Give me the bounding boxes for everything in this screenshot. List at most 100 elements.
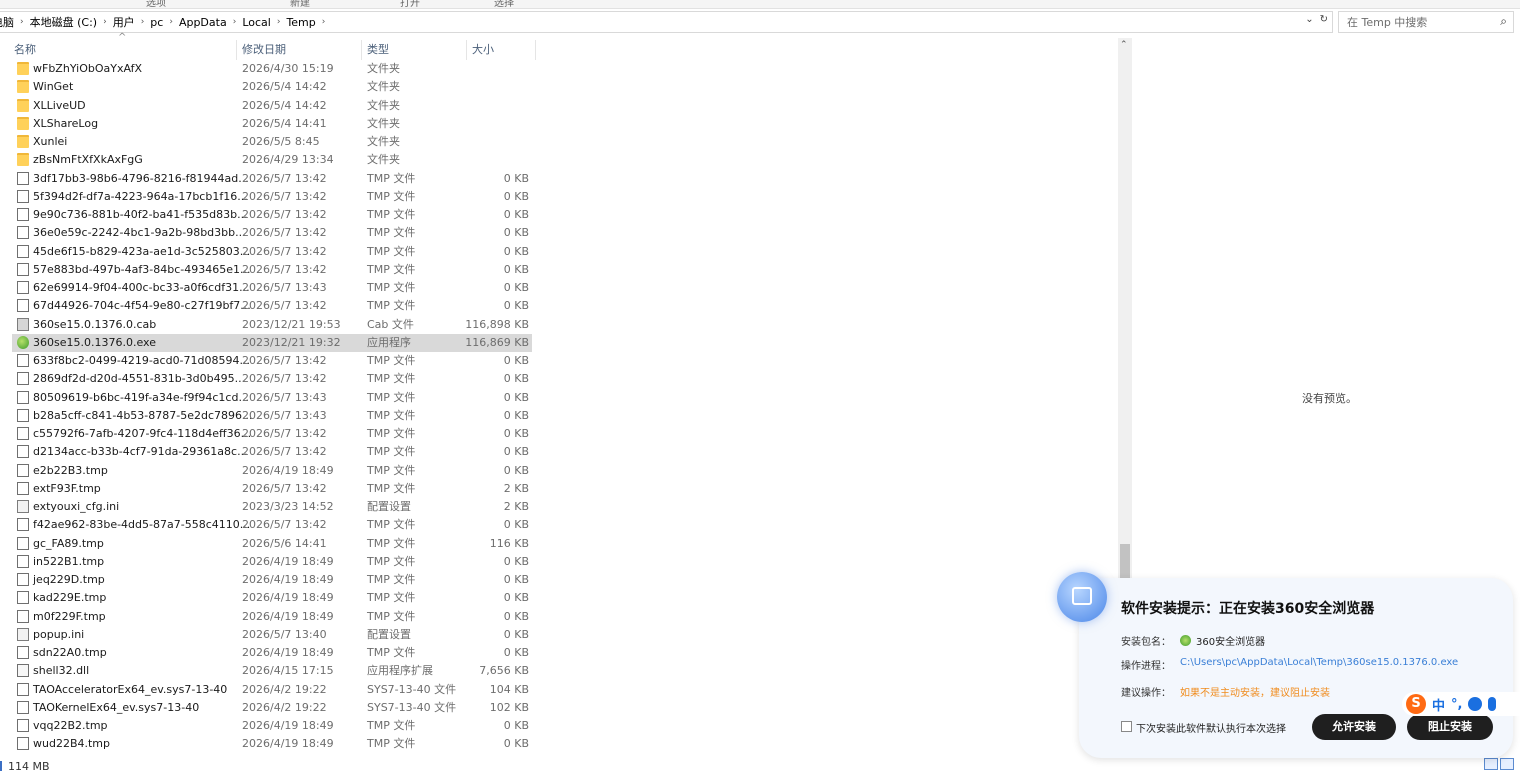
file-row[interactable]: m0f229F.tmp 2026/4/19 18:49 TMP 文件 0 KB [12,608,532,626]
remember-label[interactable]: 下次安装此软件默认执行本次选择 [1136,720,1286,735]
file-row[interactable]: c55792f6-7afb-4207-9fc4-118d4eff36... 202… [12,425,532,443]
file-row[interactable]: 360se15.0.1376.0.cab 2023/12/21 19:53 Cab … [12,316,532,334]
file-row[interactable]: shell32.dll 2026/4/15 17:15 应用程序扩展 7,656 KB [12,662,532,680]
breadcrumb-item[interactable]: AppData › [179,11,242,33]
emoji-icon[interactable] [1468,697,1483,711]
search-input[interactable]: 在 Temp 中搜索 ⌕ [1338,11,1514,33]
file-row[interactable]: 5f394d2f-df7a-4223-964a-17bcb1f16... 2026… [12,188,532,206]
breadcrumb-label[interactable]: AppData [179,16,227,29]
file-row[interactable]: 62e69914-9f04-400c-bc33-a0f6cdf31... 2026… [12,279,532,297]
file-row[interactable]: 360se15.0.1376.0.exe 2023/12/21 19:32 应用程序… [12,333,532,352]
file-row[interactable]: d2134acc-b33b-4cf7-91da-29361a8c... 2026/… [12,443,532,461]
block-install-button[interactable]: 阻止安装 [1407,714,1493,740]
file-date: 2026/5/6 14:41 [242,536,327,550]
file-row[interactable]: vqq22B2.tmp 2026/4/19 18:49 TMP 文件 0 KB [12,717,532,735]
address-bar[interactable]: 电脑 › 本地磁盘 (C:) › 用户 › pc › AppData › Local › T… [0,11,1333,33]
file-row[interactable]: TAOAcceleratorEx64_ev.sys7-13-40 2026/4/2… [12,681,532,699]
ribbon-partial-label[interactable]: 打开 [400,0,420,8]
ribbon-partial-label[interactable]: 新建 [290,0,310,8]
breadcrumb-label[interactable]: Temp [286,16,315,29]
column-divider[interactable] [535,40,536,60]
ribbon-partial-label[interactable]: 选择 [494,0,514,8]
breadcrumb-label[interactable]: 电脑 [0,14,14,30]
breadcrumb-item[interactable]: Temp › [286,11,331,33]
advice-label: 建议操作： [1121,688,1171,699]
file-row[interactable]: Xunlei 2026/5/5 8:45 文件夹 [12,133,532,151]
ime-punct-toggle[interactable]: °, [1451,697,1462,712]
search-icon[interactable]: ⌕ [1500,14,1507,29]
breadcrumb-label[interactable]: Local [242,16,271,29]
column-divider[interactable] [361,40,362,60]
details-view-icon[interactable] [1484,758,1498,770]
column-size[interactable]: 大小 [472,38,494,60]
breadcrumb-label[interactable]: 本地磁盘 (C:) [30,14,97,30]
file-row[interactable]: wFbZhYiObOaYxAfX 2026/4/30 15:19 文件夹 [12,60,532,78]
breadcrumb-label[interactable]: 用户 [113,14,135,30]
file-row[interactable]: 45de6f15-b829-423a-ae1d-3c525803... 2026/… [12,243,532,261]
file-row[interactable]: TAOKernelEx64_ev.sys7-13-40 2026/4/2 19:2… [12,699,532,717]
breadcrumb-item[interactable]: 本地磁盘 (C:) › [30,11,113,33]
column-divider[interactable] [466,40,467,60]
column-modified[interactable]: 修改日期 [242,38,286,60]
file-row[interactable]: b28a5cff-c841-4b53-8787-5e2dc7896... 2026… [12,407,532,425]
allow-install-button[interactable]: 允许安装 [1312,714,1396,740]
file-date: 2026/4/19 18:49 [242,463,334,477]
breadcrumb-item[interactable]: pc › [150,11,179,33]
column-divider[interactable] [236,40,237,60]
column-name[interactable]: 名称 [14,38,36,60]
file-size: 0 KB [503,627,529,641]
file-type: TMP 文件 [367,408,416,422]
file-row[interactable]: e2b22B3.tmp 2026/4/19 18:49 TMP 文件 0 KB [12,462,532,480]
file-row[interactable]: extyouxi_cfg.ini 2023/3/23 14:52 配置设置 2 KB [12,498,532,516]
file-row[interactable]: wud22B4.tmp 2026/4/19 18:49 TMP 文件 0 KB [12,735,532,753]
file-row[interactable]: 36e0e59c-2242-4bc1-9a2b-98bd3bb... 2026/5… [12,224,532,242]
file-date: 2026/5/5 8:45 [242,135,320,148]
file-row[interactable]: WinGet 2026/5/4 14:42 文件夹 [12,78,532,96]
remember-checkbox[interactable] [1121,721,1132,732]
file-row[interactable]: XLLiveUD 2026/5/4 14:42 文件夹 [12,97,532,115]
ime-logo-icon[interactable]: S [1406,694,1426,714]
column-type[interactable]: 类型 [367,38,389,60]
file-row[interactable]: 9e90c736-881b-40f2-ba41-f535d83b... 2026/… [12,206,532,224]
file-row[interactable]: 80509619-b6bc-419f-a34e-f9f94c1cd... 2026… [12,389,532,407]
breadcrumb-item[interactable]: 电脑 › [0,11,30,33]
file-row[interactable]: 67d44926-704c-4f54-9e80-c27f19bf7... 2026… [12,297,532,315]
file-row[interactable]: 633f8bc2-0499-4219-acd0-71d08594... 2026/… [12,352,532,370]
file-row[interactable]: extF93F.tmp 2026/5/7 13:42 TMP 文件 2 KB [12,480,532,498]
security-logo-icon [1057,572,1107,622]
file-row[interactable]: f42ae962-83be-4dd5-87a7-558c4110... 2026/… [12,516,532,534]
file-date: 2023/12/21 19:53 [242,317,341,331]
breadcrumb-label[interactable]: pc [150,16,163,29]
file-row[interactable]: sdn22A0.tmp 2026/4/19 18:49 TMP 文件 0 KB [12,644,532,662]
file-row[interactable]: XLShareLog 2026/5/4 14:41 文件夹 [12,115,532,133]
file-name: 67d44926-704c-4f54-9e80-c27f19bf7... [33,299,251,313]
file-row[interactable]: zBsNmFtXfXkAxFgG 2026/4/29 13:34 文件夹 [12,151,532,169]
breadcrumb-item[interactable]: 用户 › [113,11,151,33]
proc-value[interactable]: C:\Users\pc\AppData\Local\Temp\360se15.0… [1180,657,1458,668]
microphone-icon[interactable] [1488,697,1497,711]
file-row[interactable]: jeq229D.tmp 2026/4/19 18:49 TMP 文件 0 KB [12,571,532,589]
chevron-down-icon[interactable]: ⌄ [1305,14,1313,25]
scroll-up-icon[interactable]: ⌃ [1120,40,1128,50]
ribbon-partial-label[interactable]: 选项 [146,0,166,8]
ime-toolbar[interactable]: S 中 °, [1402,692,1520,716]
breadcrumb-item[interactable]: Local › [242,11,286,33]
file-row[interactable]: 2869df2d-d20d-4551-831b-3d0b495... 2026/5… [12,370,532,388]
advice-value: 如果不是主动安装，建议阻止安装 [1180,688,1330,699]
tiles-view-icon[interactable] [1500,758,1514,770]
refresh-icon[interactable]: ↻ [1320,14,1328,25]
file-row[interactable]: gc_FA89.tmp 2026/5/6 14:41 TMP 文件 116 KB [12,535,532,553]
file-row[interactable]: popup.ini 2026/5/7 13:40 配置设置 0 KB [12,626,532,644]
file-size: 2 KB [503,500,529,513]
address-controls: ⌄ ↻ [1305,14,1328,25]
file-type: TMP 文件 [367,390,416,404]
file-row[interactable]: kad229E.tmp 2026/4/19 18:49 TMP 文件 0 KB [12,589,532,607]
view-buttons [1484,758,1514,770]
file-row[interactable]: 57e883bd-497b-4af3-84bc-493465e1... 2026/… [12,261,532,279]
file-row[interactable]: in522B1.tmp 2026/4/19 18:49 TMP 文件 0 KB [12,553,532,571]
file-date: 2026/5/7 13:42 [242,244,327,258]
ime-lang-toggle[interactable]: 中 [1432,695,1445,714]
sort-caret-icon: ^ [118,32,127,43]
file-list[interactable]: ^ 名称 修改日期 类型 大小 wFbZhYiObOaYxAfX 2026/4/3… [0,32,1118,758]
file-row[interactable]: 3df17bb3-98b6-4796-8216-f81944ad... 2026/… [12,170,532,188]
